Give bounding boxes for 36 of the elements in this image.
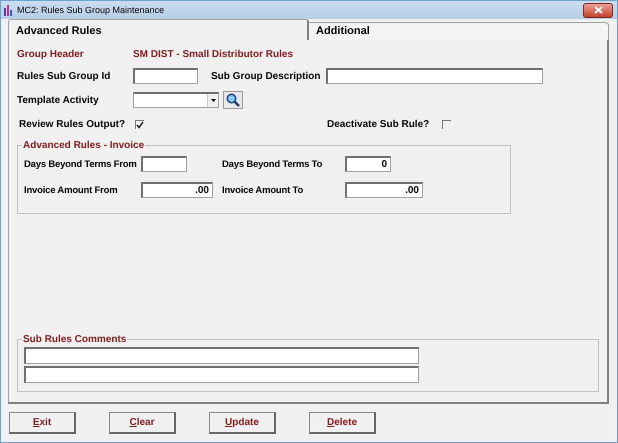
field-label: Template Activity xyxy=(17,94,100,106)
search-icon xyxy=(226,93,240,107)
group-title: Sub Rules Comments xyxy=(22,334,128,345)
field-label: Review Rules Output? xyxy=(18,118,126,130)
field-label: Sub Group Description xyxy=(211,70,322,82)
input-field[interactable]: .00 xyxy=(141,182,213,198)
caret-icon xyxy=(210,99,216,102)
action-button[interactable]: Clear xyxy=(109,412,176,434)
comment-field[interactable] xyxy=(24,347,419,364)
input-field[interactable] xyxy=(141,156,187,172)
action-button[interactable]: Exit xyxy=(9,412,76,434)
field-label: Invoice Amount To xyxy=(222,184,304,196)
tab[interactable]: Additional xyxy=(309,22,609,40)
action-button[interactable]: Update xyxy=(209,412,276,434)
tab[interactable]: Advanced Rules xyxy=(8,19,309,40)
field-label: Group Header xyxy=(17,48,85,60)
search-button[interactable] xyxy=(223,91,243,109)
bar-chart-icon xyxy=(4,4,13,16)
window-title: MC2: Rules Sub Group Maintenance xyxy=(17,5,166,15)
checkbox[interactable] xyxy=(135,120,144,128)
comment-field[interactable] xyxy=(24,366,419,383)
field-label: Deactivate Sub Rule? xyxy=(327,118,430,130)
action-button[interactable]: Delete xyxy=(309,412,376,434)
field-label: Rules Sub Group Id xyxy=(17,70,112,82)
field-label: Invoice Amount From xyxy=(24,184,118,196)
field-label: Days Beyond Terms From xyxy=(24,158,138,170)
input-field[interactable]: .00 xyxy=(345,182,423,198)
input-field[interactable]: 0 xyxy=(345,156,391,172)
dropdown[interactable] xyxy=(133,92,219,108)
close-icon xyxy=(594,6,602,14)
close-button[interactable] xyxy=(583,2,613,18)
input-field[interactable] xyxy=(326,68,543,84)
field-label: Days Beyond Terms To xyxy=(222,158,324,170)
input-field[interactable] xyxy=(133,68,198,84)
group-title: Advanced Rules - Invoice xyxy=(22,140,146,151)
group-header-value: SM DIST - Small Distributor Rules xyxy=(133,48,294,60)
